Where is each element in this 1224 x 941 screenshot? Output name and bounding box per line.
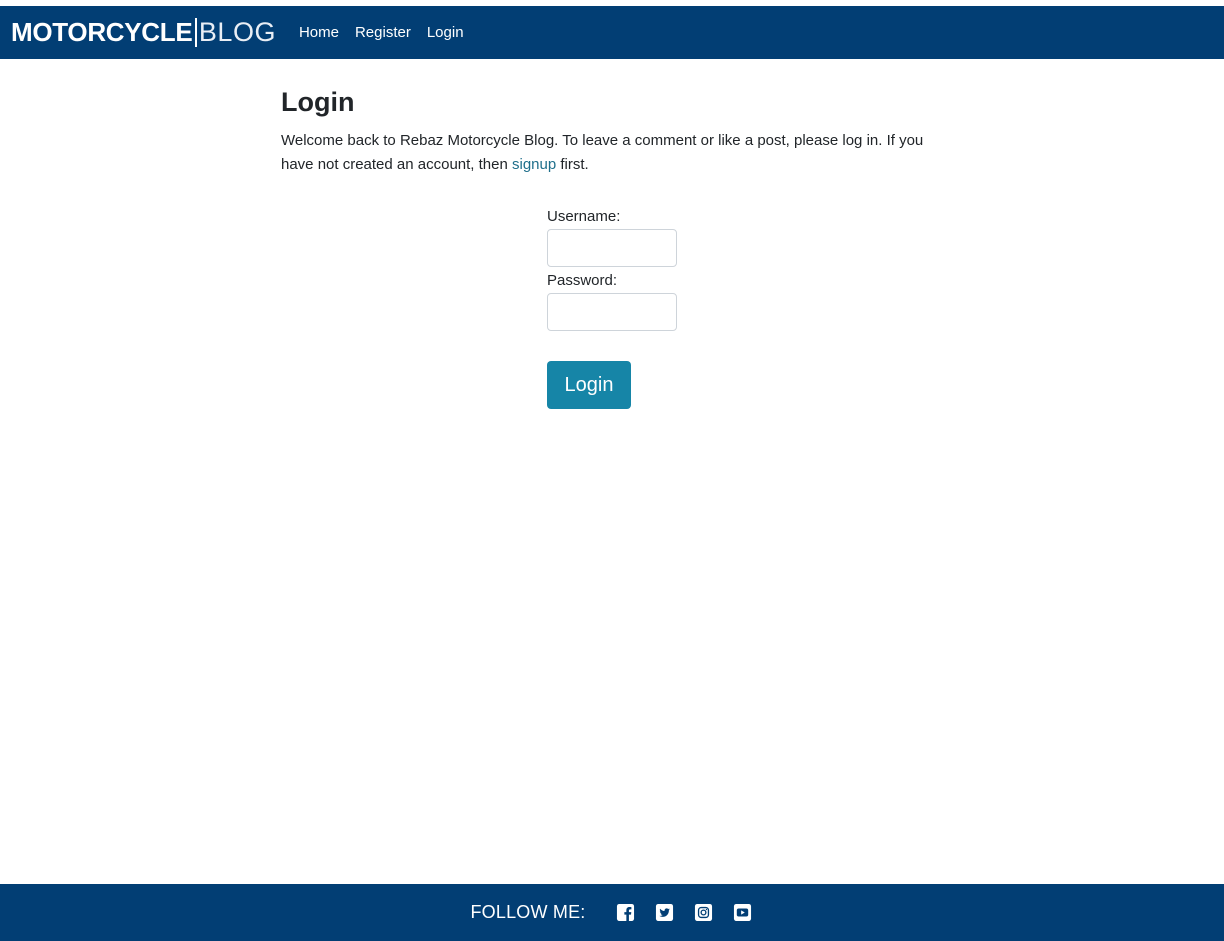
follow-me-label: FOLLOW ME:	[470, 902, 586, 922]
password-input[interactable]	[547, 293, 677, 331]
login-form: Username: Password: Login	[547, 207, 747, 409]
footer: FOLLOW ME:	[0, 884, 1224, 941]
login-button[interactable]: Login	[547, 361, 631, 409]
brand-separator	[195, 18, 197, 47]
username-label: Username:	[547, 208, 621, 225]
nav-link-login[interactable]: Login	[427, 24, 464, 41]
password-label: Password:	[547, 272, 618, 289]
brand-logo-link[interactable]: MOTORCYCLE BLOG	[11, 17, 276, 48]
page: MOTORCYCLE BLOG Home Register Login Logi…	[0, 0, 1224, 941]
page-title: Login	[281, 87, 355, 117]
nav-link-register[interactable]: Register	[355, 24, 411, 41]
intro-text-end: first.	[556, 156, 589, 173]
username-input[interactable]	[547, 229, 677, 267]
intro-text: Welcome back to Rebaz Motorcycle Blog. T…	[281, 129, 941, 177]
signup-link[interactable]: signup	[512, 156, 556, 173]
twitter-icon[interactable]	[655, 903, 674, 922]
nav-links: Home Register Login	[299, 24, 480, 41]
top-navbar: MOTORCYCLE BLOG Home Register Login	[0, 6, 1224, 59]
brand-light-text: BLOG	[198, 17, 276, 47]
youtube-icon[interactable]	[733, 903, 752, 922]
facebook-icon[interactable]	[616, 903, 635, 922]
instagram-icon[interactable]	[694, 903, 713, 922]
brand-bold-text: MOTORCYCLE	[11, 17, 193, 47]
intro-text-start: Welcome back to Rebaz Motorcycle Blog. T…	[281, 132, 924, 173]
nav-link-home[interactable]: Home	[299, 24, 339, 41]
main-content: Login Welcome back to Rebaz Motorcycle B…	[281, 86, 941, 177]
